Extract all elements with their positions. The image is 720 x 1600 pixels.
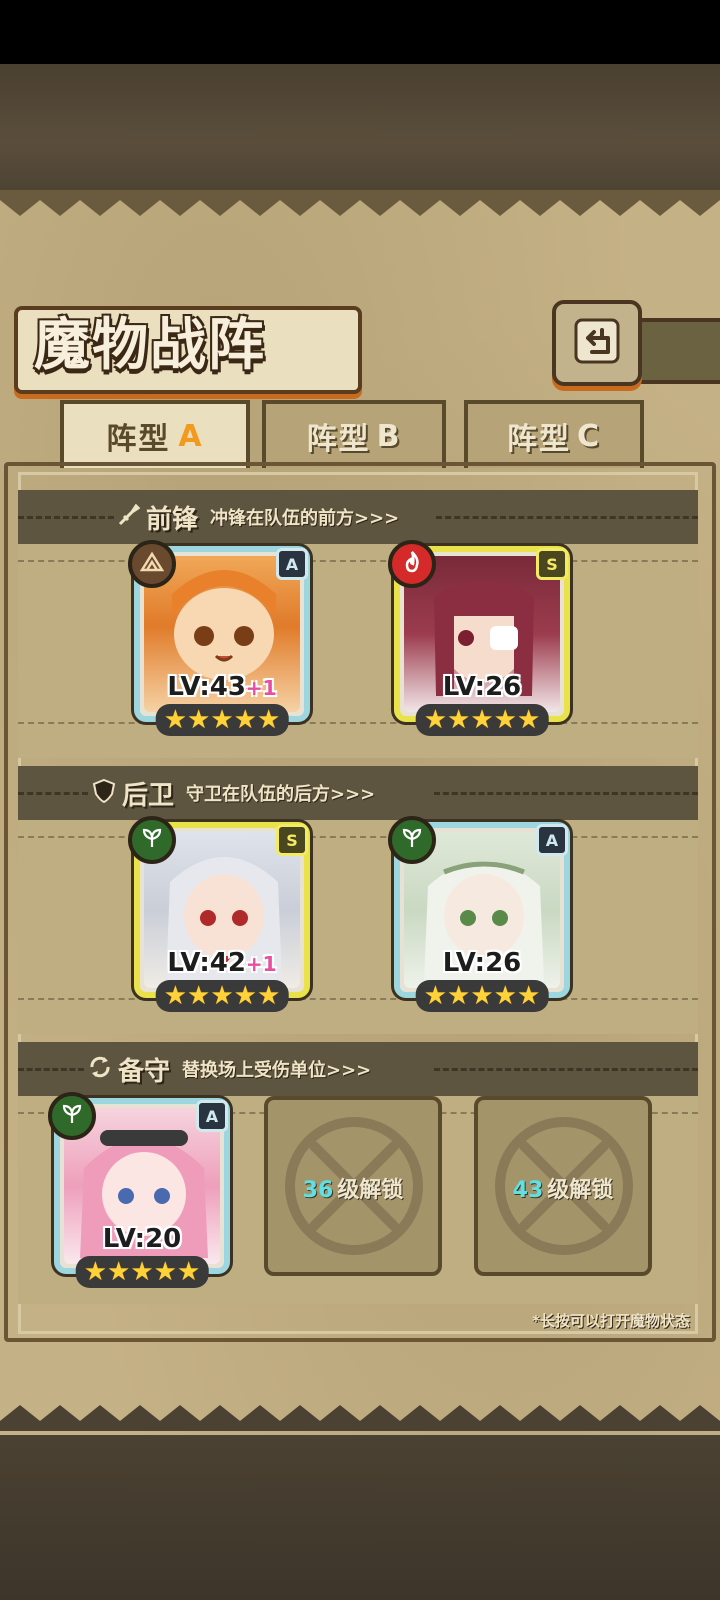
monster-card-rear-2[interactable]: A LV:26 ★ ★ ★ ★ ★ [388,816,570,1012]
element-badge [388,540,436,588]
map-background-bottom [0,1430,720,1600]
page-title: 魔物战阵 [34,313,266,378]
tab-formation-b[interactable]: 阵型 B [262,400,446,468]
shield-icon [92,778,116,808]
unlock-requirement: 36 级解锁 [302,1178,404,1203]
rear-section-header: 后卫 守卫在队伍的后方>>> [18,766,698,820]
leaf-icon [139,825,165,855]
swap-icon [88,1055,112,1083]
earth-icon [139,549,165,579]
tab-formation-a[interactable]: 阵型 A [60,400,250,468]
back-arrow-icon [572,316,622,370]
rank-badge: S [276,824,308,856]
rank-badge: S [536,548,568,580]
star-rating: ★ ★ ★ ★ ★ [155,704,289,736]
tab-letter: A [178,418,204,454]
front-row-area [18,532,698,758]
sword-icon [118,503,141,530]
level-label: LV:42+1 [167,948,277,978]
locked-slot-1[interactable]: 36 级解锁 [264,1096,442,1276]
back-button[interactable] [552,300,642,386]
back-button-rail [632,318,720,384]
monster-card-front-2[interactable]: S LV:26 ★ ★ ★ ★ ★ [388,540,570,736]
unlock-requirement: 43 级解锁 [512,1178,614,1203]
reserve-section-desc: 替换场上受伤单位>>> [182,1060,372,1081]
star-rating: ★ ★ ★ ★ ★ [415,980,549,1012]
leaf-icon [399,825,425,855]
element-badge [48,1092,96,1140]
rank-badge: A [276,548,308,580]
rear-row-area [18,808,698,1034]
monster-card-rear-1[interactable]: S LV:42+1 ★ ★ ★ ★ ★ [128,816,310,1012]
tab-letter: B [376,418,402,454]
rank-badge: A [536,824,568,856]
zigzag-bottom-edge [0,1405,720,1431]
star-rating: ★ ★ ★ ★ ★ [75,1256,209,1288]
level-label: LV:43+1 [167,672,277,702]
map-background-top [0,64,720,194]
star-rating: ★ ★ ★ ★ ★ [155,980,289,1012]
monster-card-front-1[interactable]: A LV:43+1 ★ ★ ★ ★ ★ [128,540,310,736]
zigzag-top-edge [0,190,720,216]
locked-slot-2[interactable]: 43 级解锁 [474,1096,652,1276]
rear-section-desc: 守卫在队伍的后方>>> [186,784,376,805]
front-section-desc: 冲锋在队伍的前方>>> [210,508,400,529]
fire-icon [399,549,425,579]
level-label: LV:26 [442,948,522,978]
status-bar [0,0,720,64]
tab-letter: C [576,418,602,454]
long-press-hint: *长按可以打开魔物状态 [532,1312,690,1330]
tab-formation-c[interactable]: 阵型 C [464,400,644,468]
rank-badge: A [196,1100,228,1132]
element-badge [388,816,436,864]
monster-card-reserve-1[interactable]: A LV:20 ★ ★ ★ ★ ★ [48,1092,230,1288]
front-section-title: 前锋 [146,504,199,535]
front-section-header: 前锋 冲锋在队伍的前方>>> [18,490,698,544]
reserve-section-header: 备守 替换场上受伤单位>>> [18,1042,698,1096]
tab-label: 阵型 [306,422,371,457]
tab-label: 阵型 [106,422,171,457]
reserve-section-title: 备守 [118,1056,171,1087]
leaf-icon [59,1101,85,1131]
level-label: LV:26 [442,672,522,702]
rear-section-title: 后卫 [122,780,175,811]
tab-label: 阵型 [506,422,571,457]
element-badge [128,816,176,864]
element-badge [128,540,176,588]
level-label: LV:20 [102,1224,182,1254]
star-rating: ★ ★ ★ ★ ★ [415,704,549,736]
